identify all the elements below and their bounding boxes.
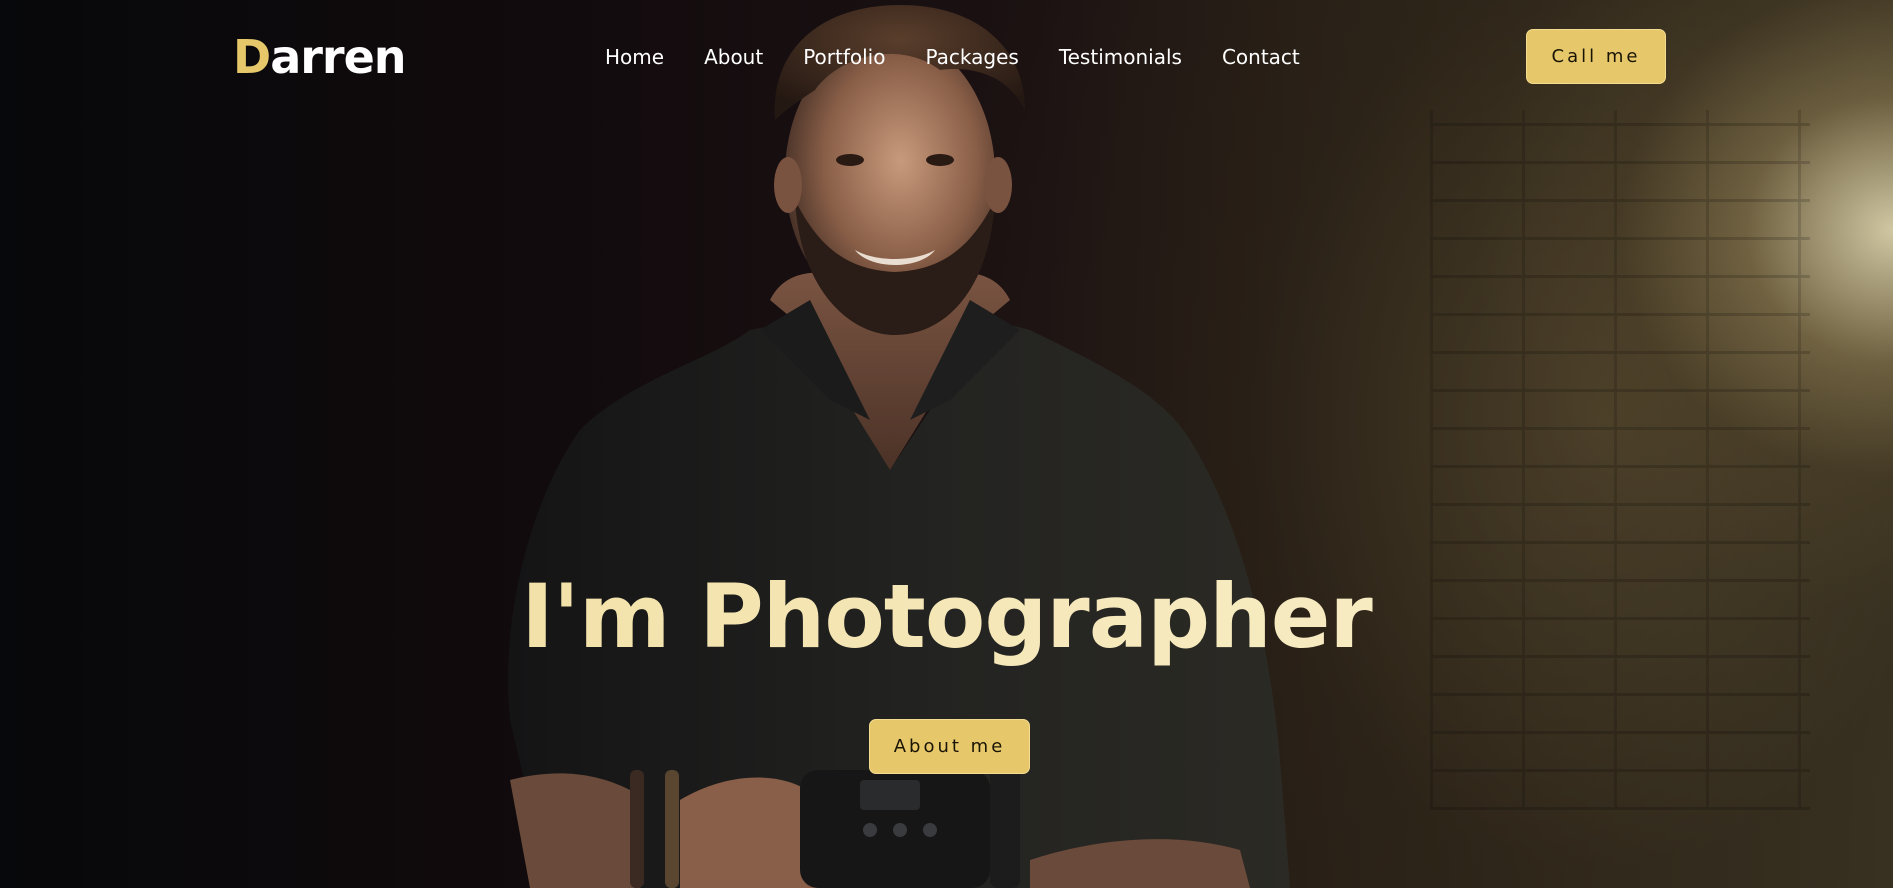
nav-menu: Home About Portfolio Packages Testimonia… <box>605 42 1340 72</box>
nav-item-home[interactable]: Home <box>605 42 664 72</box>
nav-item-portfolio[interactable]: Portfolio <box>803 42 885 72</box>
nav-item-about[interactable]: About <box>704 42 763 72</box>
brick-wall-background <box>1430 110 1810 810</box>
about-me-button[interactable]: About me <box>869 719 1030 774</box>
logo-text: arren <box>270 30 406 84</box>
logo[interactable]: Darren <box>233 28 407 86</box>
nav-item-testimonials[interactable]: Testimonials <box>1059 42 1182 72</box>
nav-item-contact[interactable]: Contact <box>1222 42 1300 72</box>
nav-item-packages[interactable]: Packages <box>925 42 1018 72</box>
navbar: Darren Home About Portfolio Packages Tes… <box>0 0 1893 112</box>
call-me-button[interactable]: Call me <box>1526 29 1666 84</box>
hero-section: Darren Home About Portfolio Packages Tes… <box>0 0 1893 888</box>
logo-first-letter: D <box>233 30 271 84</box>
hero-headline: I'm Photographer <box>0 562 1893 672</box>
